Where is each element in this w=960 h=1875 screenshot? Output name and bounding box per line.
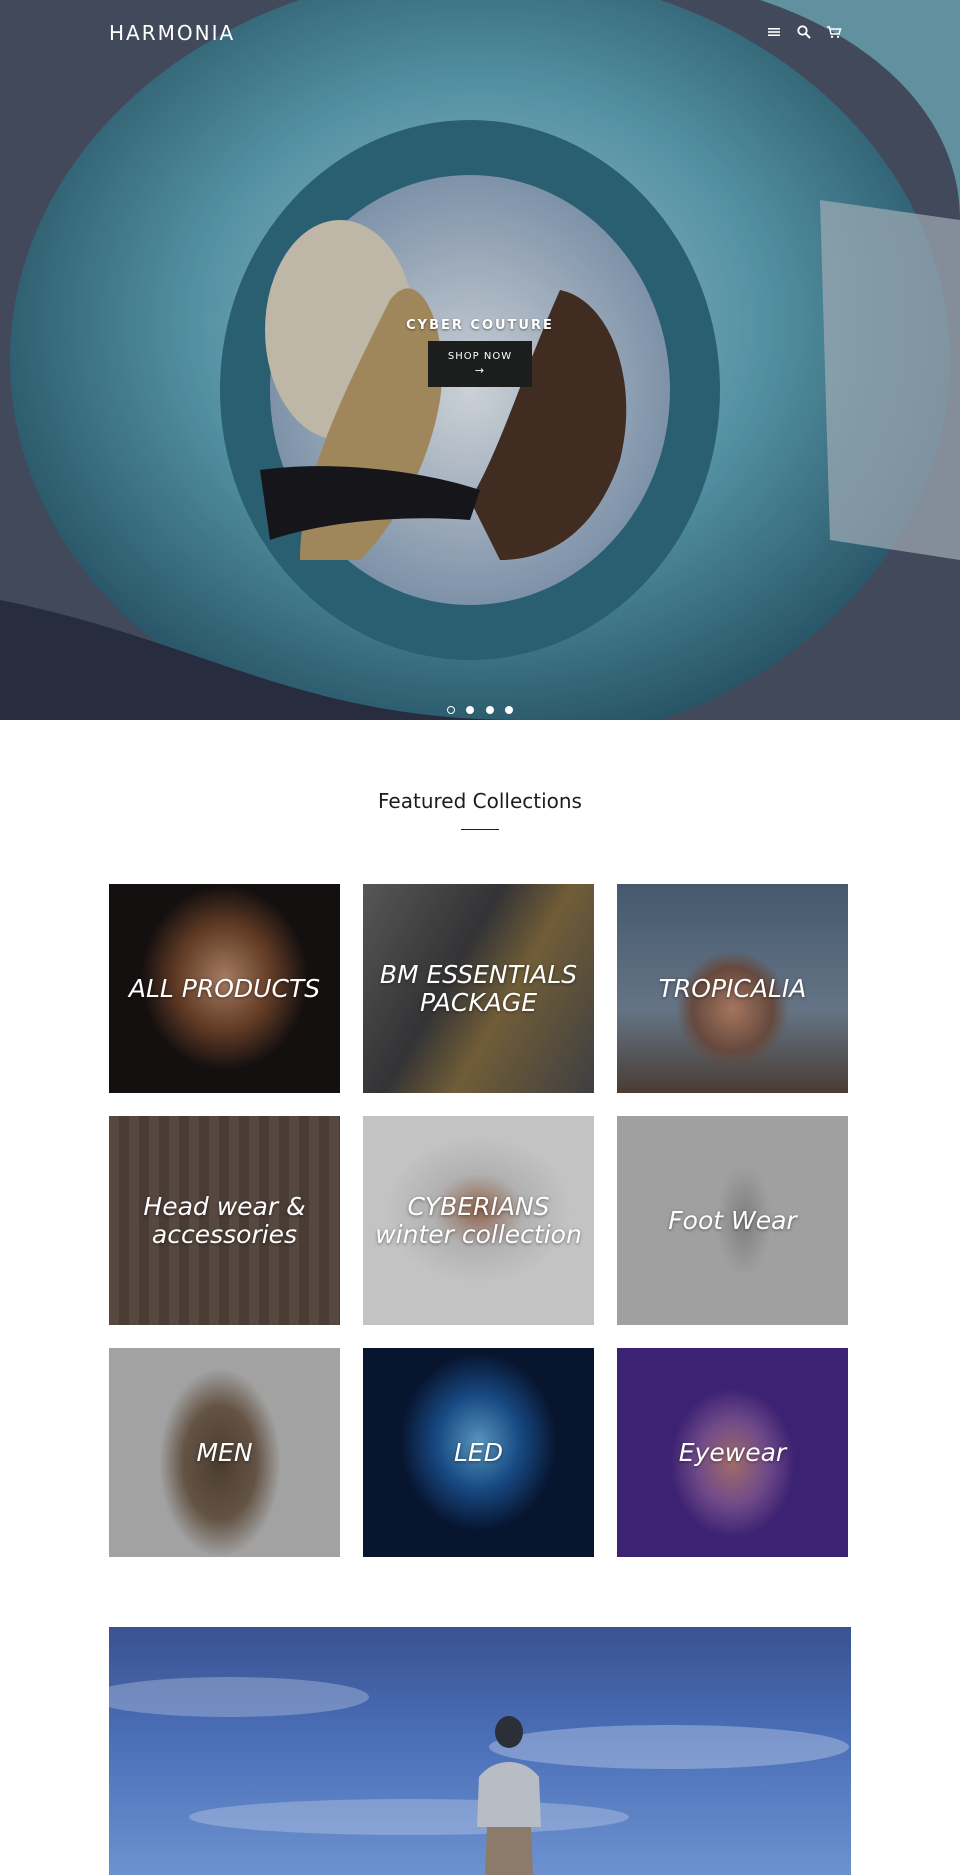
collection-label: LED: [454, 1437, 503, 1467]
title-divider: [461, 829, 499, 830]
collection-tile-all-products[interactable]: ALL PRODUCTS: [109, 884, 340, 1093]
hero-caption: CYBER COUTURE SHOP NOW →: [0, 318, 960, 387]
site-header: HARMONIA: [0, 0, 960, 70]
collection-tile-tropicalia[interactable]: TROPICALIA: [617, 884, 848, 1093]
collection-label: MEN: [196, 1437, 253, 1467]
featured-collections-title: Featured Collections: [378, 789, 582, 813]
header-icons: [766, 24, 842, 40]
slide-dot-4[interactable]: [504, 706, 513, 714]
menu-icon[interactable]: [766, 24, 782, 40]
slide-dot-3[interactable]: [485, 706, 494, 714]
collection-tile-foot-wear[interactable]: Foot Wear: [617, 1116, 848, 1325]
slideshow-dots: [0, 699, 960, 718]
collection-label: Head wear & accessories: [143, 1191, 306, 1249]
collection-tile-cyberians[interactable]: CYBERIANS winter collection: [363, 1116, 594, 1325]
collection-label: ALL PRODUCTS: [128, 973, 321, 1003]
shop-now-button[interactable]: SHOP NOW →: [428, 341, 532, 387]
collection-label: CYBERIANS winter collection: [375, 1191, 582, 1249]
cart-icon[interactable]: [826, 24, 842, 40]
shop-now-label: SHOP NOW: [447, 351, 513, 362]
collection-tile-eyewear[interactable]: Eyewear: [617, 1348, 848, 1557]
collection-tile-led[interactable]: LED: [363, 1348, 594, 1557]
collection-label: BM ESSENTIALS PACKAGE: [379, 959, 578, 1017]
collection-tile-bm-essentials[interactable]: BM ESSENTIALS PACKAGE: [363, 884, 594, 1093]
promo-banner-image[interactable]: [109, 1627, 851, 1875]
arrow-right-icon: →: [474, 364, 486, 377]
collection-tile-head-wear[interactable]: Head wear & accessories: [109, 1116, 340, 1325]
slide-dot-2[interactable]: [466, 706, 475, 714]
collection-tile-men[interactable]: MEN: [109, 1348, 340, 1557]
slide-dot-1[interactable]: [447, 706, 456, 714]
search-icon[interactable]: [796, 24, 812, 40]
hero-title: CYBER COUTURE: [406, 318, 554, 333]
banner-art: [109, 1677, 849, 1875]
collection-label: TROPICALIA: [658, 973, 807, 1003]
collection-label: Foot Wear: [668, 1205, 797, 1235]
collection-label: Eyewear: [678, 1437, 787, 1467]
site-logo[interactable]: HARMONIA: [109, 21, 235, 45]
